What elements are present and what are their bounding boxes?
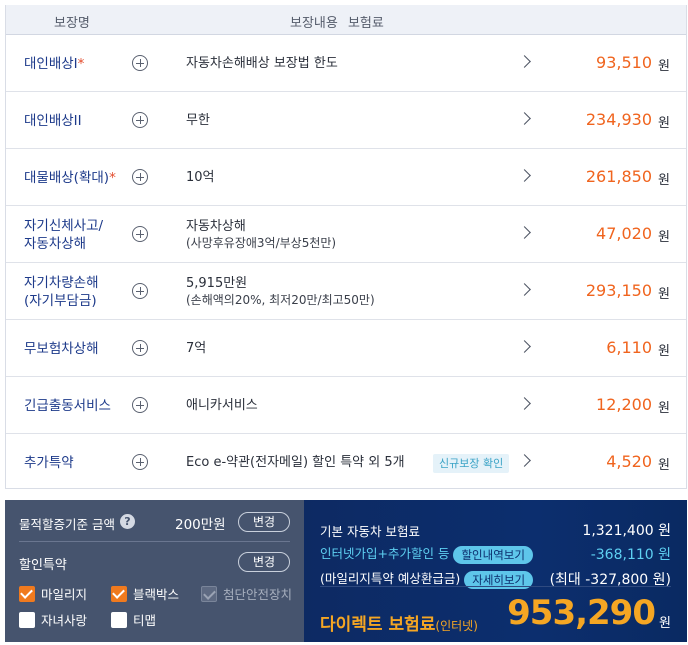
coverage-name: 대인배상II (24, 112, 82, 129)
coverage-table: 보장명 보장내용 보험료 대인배상I* 자동차손해배상 보장법 한도 93,51… (5, 5, 687, 489)
expand-plus-icon[interactable] (132, 169, 148, 185)
chevron-right-icon[interactable] (518, 226, 531, 239)
coverage-name: 추가특약 (24, 454, 74, 471)
expand-plus-icon[interactable] (132, 55, 148, 71)
coverage-row[interactable]: 무보험차상해 7억 6,110 원 (6, 320, 686, 377)
discount-rider-title: 할인특약 (19, 558, 67, 573)
premium-summary-panel: 기본 자동차 보험료 1,321,400 원 인터넷가입+추가할인 등 할인내역보… (304, 500, 687, 642)
coverage-desc: Eco e-약관(전자메일) 할인 특약 외 5개 (186, 455, 405, 470)
direct-premium-value: 953,290 (507, 593, 656, 633)
discount-line: 인터넷가입+추가할인 등 할인내역보기 (320, 543, 533, 564)
currency-unit: 원 (659, 616, 671, 631)
base-premium-label: 기본 자동차 보험료 (320, 524, 420, 539)
expand-plus-icon[interactable] (132, 283, 148, 299)
chevron-right-icon[interactable] (518, 340, 531, 353)
premium-amount: 93,510 (596, 53, 652, 72)
change-discount-button[interactable]: 변경 (238, 552, 290, 572)
header-coverage-name: 보장명 (54, 16, 90, 31)
coverage-row[interactable]: 대물배상(확대)* 10억 261,850 원 (6, 149, 686, 206)
discount-details-button[interactable]: 할인내역보기 (453, 545, 533, 564)
coverage-desc: 무한 (186, 113, 210, 128)
coverage-desc: 7억 (186, 341, 207, 356)
currency-unit: 원 (658, 59, 670, 74)
chevron-right-icon[interactable] (518, 169, 531, 182)
checkbox-checked-icon[interactable] (19, 585, 35, 602)
currency-unit: 원 (658, 230, 670, 245)
premium-amount: 234,930 (585, 110, 652, 129)
property-limit-label: 물적할증기준 금액 (19, 517, 115, 532)
help-question-icon[interactable]: ? (120, 514, 135, 529)
coverage-desc: 5,915만원 (손해액의20%, 최저20만/최고50만) (186, 275, 375, 307)
premium-amount: 12,200 (596, 395, 652, 414)
checkbox-mileage[interactable]: 마일리지 (19, 584, 87, 603)
mileage-label: (마일리지특약 예상환급금) (320, 571, 461, 586)
coverage-name: 자기차량손해 (자기부담금) (24, 274, 99, 309)
premium-amount: 47,020 (596, 224, 652, 243)
chevron-right-icon[interactable] (518, 112, 531, 125)
coverage-name: 대물배상(확대)* (24, 169, 116, 186)
discount-value: -368,110 원 (590, 547, 671, 563)
expand-plus-icon[interactable] (132, 340, 148, 356)
chevron-right-icon[interactable] (518, 454, 531, 467)
coverage-row[interactable]: 대인배상II 무한 234,930 원 (6, 92, 686, 149)
coverage-name: 대인배상I* (24, 55, 85, 72)
chevron-right-icon[interactable] (518, 55, 531, 68)
checkbox-disabled-icon (201, 585, 217, 602)
coverage-name: 무보험차상해 (24, 340, 99, 357)
premium-amount: 261,850 (585, 167, 652, 186)
checkbox-tmap[interactable]: 티맵 (111, 610, 156, 629)
property-limit-value: 200만원 (175, 517, 226, 533)
currency-unit: 원 (658, 173, 670, 188)
coverage-row[interactable]: 자기차량손해 (자기부담금) 5,915만원 (손해액의20%, 최저20만/최고5… (6, 263, 686, 320)
coverage-desc: 10억 (186, 170, 215, 185)
checkbox-unchecked-icon[interactable] (111, 611, 127, 628)
header-coverage-content: 보장내용 보험료 (290, 16, 384, 31)
checkbox-blackbox[interactable]: 블랙박스 (111, 584, 179, 603)
premium-amount: 293,150 (585, 281, 652, 300)
base-premium-value: 1,321,400 원 (582, 523, 671, 539)
checkbox-checked-icon[interactable] (111, 585, 127, 602)
divider (19, 541, 290, 542)
coverage-desc: 자동차손해배상 보장법 한도 (186, 56, 338, 71)
coverage-name: 자기신체사고/자동차상해 (24, 217, 104, 252)
currency-unit: 원 (658, 458, 670, 473)
divider (320, 586, 671, 587)
checkbox-advanced-safety: 첨단안전장치 (201, 584, 292, 603)
expand-plus-icon[interactable] (132, 397, 148, 413)
currency-unit: 원 (658, 116, 670, 131)
currency-unit: 원 (658, 344, 670, 359)
coverage-desc: 애니카서비스 (186, 398, 258, 413)
coverage-row[interactable]: 대인배상I* 자동차손해배상 보장법 한도 93,510 원 (6, 35, 686, 92)
checkbox-unchecked-icon[interactable] (19, 611, 35, 628)
coverage-row[interactable]: 추가특약 Eco e-약관(전자메일) 할인 특약 외 5개 신규보장 확인 4… (6, 434, 686, 491)
premium-amount: 4,520 (606, 452, 652, 471)
checkbox-child-love[interactable]: 자녀사랑 (19, 610, 87, 629)
direct-premium-label: 다이렉트 보험료(인터넷) (320, 615, 478, 635)
discount-label: 인터넷가입+추가할인 등 (320, 546, 450, 561)
premium-amount: 6,110 (606, 338, 652, 357)
coverage-row[interactable]: 긴급출동서비스 애니카서비스 12,200 원 (6, 377, 686, 434)
expand-plus-icon[interactable] (132, 226, 148, 242)
coverage-row[interactable]: 자기신체사고/자동차상해 자동차상해 (사망후유장애3억/부상5천만) 47,02… (6, 206, 686, 263)
change-limit-button[interactable]: 변경 (238, 512, 290, 532)
coverage-name: 긴급출동서비스 (24, 397, 111, 414)
chevron-right-icon[interactable] (518, 283, 531, 296)
expand-plus-icon[interactable] (132, 112, 148, 128)
currency-unit: 원 (658, 401, 670, 416)
options-panel: 물적할증기준 금액 ? 200만원 변경 할인특약 변경 마일리지 블랙박스 첨… (5, 500, 304, 642)
currency-unit: 원 (658, 287, 670, 302)
table-header: 보장명 보장내용 보험료 (6, 5, 686, 35)
coverage-desc: 자동차상해 (사망후유장애3억/부상5천만) (186, 218, 337, 250)
chevron-right-icon[interactable] (518, 397, 531, 410)
expand-plus-icon[interactable] (132, 454, 148, 470)
new-coverage-check-button[interactable]: 신규보장 확인 (433, 454, 510, 473)
